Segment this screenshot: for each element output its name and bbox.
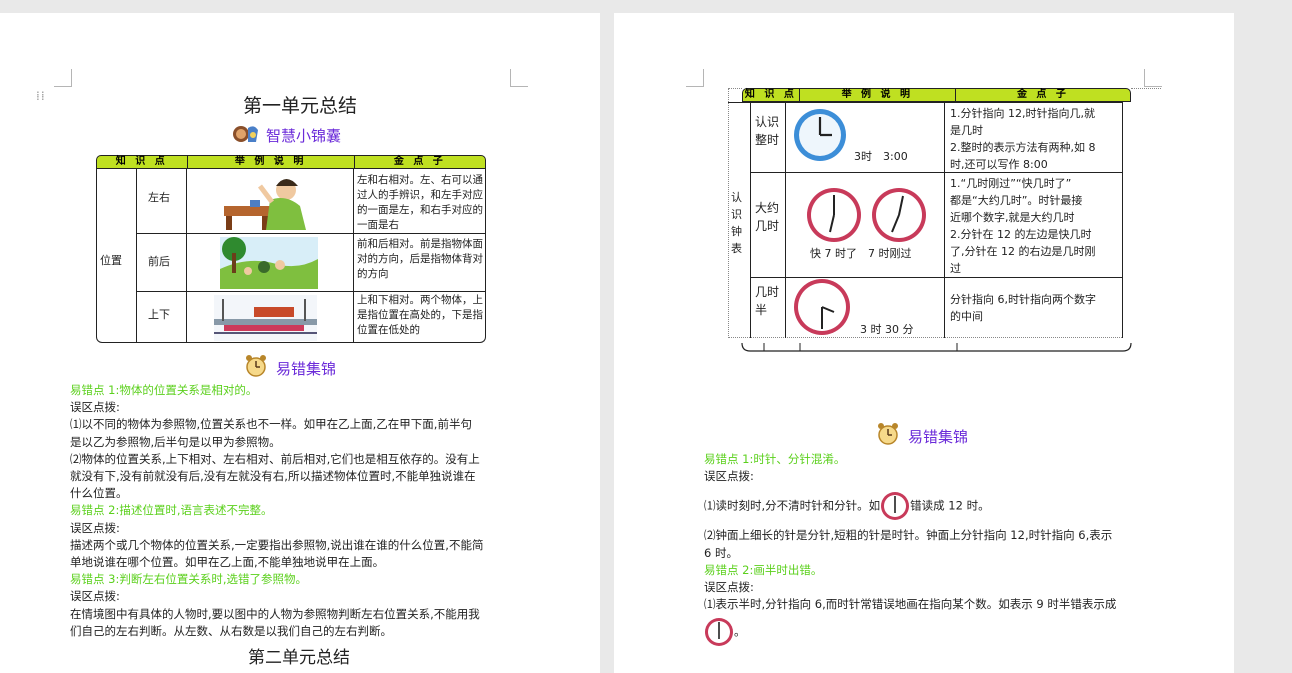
- clock-3-oclock-icon: [794, 109, 846, 161]
- park-scene-image: [220, 237, 318, 289]
- text-line: 。: [704, 617, 1116, 647]
- alarm-clock-icon: [244, 355, 270, 381]
- text-line: 误区点拨:: [70, 589, 120, 604]
- table-header: 知 识 点 举 例 说 明 金 点 子: [96, 155, 486, 169]
- small-clock-icon: [881, 492, 910, 521]
- tip-line: 分针指向 6,时针指向两个数字: [950, 293, 1096, 306]
- section-title: 智慧小锦囊: [266, 126, 342, 145]
- tip-line: 了,分针在 12 的右边是几时刚: [950, 245, 1096, 258]
- section-heading-tips: 智慧小锦囊: [232, 122, 341, 148]
- text-line: 就没有下,没有前就没有后,没有左就没有右,所以描述物体位置时,不能单独说谁在: [70, 469, 476, 484]
- text-fragment: 。: [734, 624, 746, 639]
- error-notes: 易错点 1:时针、分针混淆。 误区点拨: ⑴读时刻时,分不清时针和分针。如 错读成 1…: [704, 451, 1116, 647]
- header-cell: 知 识 点: [97, 156, 188, 168]
- row-label: 大约几时: [755, 201, 780, 233]
- row-label: 上下: [148, 308, 170, 321]
- row-label: 几时半: [755, 285, 780, 317]
- header-cell: 知 识 点: [743, 89, 800, 101]
- tip-line: 过: [950, 262, 961, 275]
- table-bottom-brace: [741, 342, 1132, 352]
- header-cell: 金 点 子: [393, 156, 446, 167]
- text-line: 们自己的左右判断。从左数、从右数是以我们自己的左右判断。: [70, 623, 392, 638]
- bridge-scene-image: [214, 295, 317, 341]
- tip-text: 1.分针指向 12,时针指向几,就 是几时 2.整时的表示方法有两种,如 8 时,还可…: [950, 105, 1096, 173]
- section-heading-errors: 易错集锦: [876, 423, 968, 449]
- text-line: 在情境图中有具体的人物时,要以图中的人物为参照物判断左右位置关系,不能用我: [70, 606, 480, 621]
- tip-line: 近哪个数字,就是大约几时: [950, 211, 1075, 224]
- error-point-heading: 易错点 1:时针、分针混淆。: [704, 452, 846, 466]
- tip-text: 1.“几时刚过”“快几时了” 都是“大约几时”。时针最接 近哪个数字,就是大约几时 2…: [950, 175, 1096, 277]
- tip-line: 1.分针指向 12,时针指向几,就: [950, 107, 1095, 120]
- row-label: 左右: [148, 191, 170, 204]
- crop-mark: [510, 69, 528, 87]
- error-notes: 易错点 1:物体的位置关系是相对的。 误区点拨: ⑴以不同的物体为参照物,位置关系也…: [70, 382, 483, 640]
- clock-caption: 快 7 时了 7 时刚过: [810, 247, 912, 260]
- text-line: 是以乙为参照物,后半句是以甲为参照物。: [70, 434, 281, 449]
- header-cell: 举 例 说 明: [800, 89, 956, 101]
- text-line: 误区点拨:: [70, 400, 120, 415]
- tip-line: 的中间: [950, 310, 983, 323]
- header-cell: 举 例 说 明: [188, 156, 355, 168]
- tip-line: 都是“大约几时”。时针最接: [950, 194, 1083, 207]
- text-line: 描述两个或几个物体的位置关系,一定要指出参照物,说出谁在谁的什么位置,不能简: [70, 537, 484, 552]
- category-label: 位置: [100, 254, 122, 267]
- tip-text: 前和后相对。前是指物体面对的方向，后是指物体背对的方向: [357, 238, 483, 280]
- tip-line: 2.整时的表示方法有两种,如 8: [950, 141, 1096, 154]
- text-line: ⑵钟面上细长的针是分针,短粗的针是时针。钟面上分针指向 12,时针指向 6,表示: [704, 528, 1113, 543]
- text-line: ⑴以不同的物体为参照物,位置关系也不一样。如甲在乙上面,乙在甲下面,前半句: [70, 417, 472, 432]
- error-point-heading: 易错点 3:判断左右位置关系时,选错了参照物。: [70, 572, 307, 587]
- category-label: 认识钟表: [731, 191, 742, 255]
- tip-line: 时,还可以写作 8:00: [950, 158, 1048, 171]
- section-title: 易错集锦: [276, 359, 337, 378]
- small-clock-icon: [705, 618, 733, 647]
- crop-mark: [686, 69, 704, 87]
- text-line: 误区点拨:: [70, 520, 120, 535]
- tip-line: 2.分针在 12 的左边是快几时: [950, 228, 1092, 241]
- header-cell: 金 点 子: [1016, 89, 1069, 100]
- error-point-heading: 易错点 2:画半时出错。: [704, 562, 823, 577]
- alarm-clock-icon: [876, 423, 902, 449]
- section-title: 易错集锦: [908, 427, 969, 446]
- clock-almost-7-icon: [807, 188, 861, 242]
- text-line: ⑵物体的位置关系,上下相对、左右相对、前后相对,它们也是相互依存的。没有上: [70, 451, 480, 466]
- table-header: 知 识 点 举 例 说 明 金 点 子: [742, 88, 1131, 102]
- text-line: 6 时。: [704, 545, 738, 560]
- document-page-1: ⁞⁞ 第一单元总结 智慧小锦囊 知 识 点 举 例 说 明 金 点 子 位置 左…: [0, 13, 600, 673]
- text-line: 误区点拨:: [704, 580, 754, 595]
- bag-icon: [232, 122, 260, 148]
- text-fragment: 错读成 12 时。: [910, 498, 990, 513]
- crop-mark: [1144, 69, 1162, 87]
- tip-line: 是几时: [950, 124, 983, 137]
- text-line: 单地说谁在哪个位置。如甲在乙上面,不能单独地说甲在上面。: [70, 555, 385, 570]
- desk-scene-image: [224, 179, 306, 230]
- page-title: 第一单元总结: [242, 95, 357, 117]
- next-section-title: 第二单元总结: [248, 648, 350, 668]
- text-line: 误区点拨:: [704, 469, 754, 484]
- tip-text: 分针指向 6,时针指向两个数字 的中间: [950, 291, 1096, 325]
- section-heading-errors: 易错集锦: [244, 355, 336, 381]
- crop-mark: [54, 69, 72, 87]
- document-page-2: 知 识 点 举 例 说 明 金 点 子 认识钟表 认识整时 大约几时 几时半 3…: [614, 13, 1234, 673]
- tip-text: 上和下相对。两个物体，上是指位置在高处的，下是指位置在低处的: [357, 294, 483, 336]
- clock-just-past-7-icon: [872, 188, 926, 242]
- text-line: 什么位置。: [70, 486, 128, 501]
- row-label: 认识整时: [755, 115, 780, 147]
- error-point-heading: 易错点 2:描述位置时,语言表述不完整。: [70, 503, 273, 518]
- text-fragment: ⑴读时刻时,分不清时针和分针。如: [704, 498, 881, 513]
- row-label: 前后: [148, 255, 170, 268]
- clock-caption: 3 时 30 分: [860, 323, 914, 336]
- text-line: ⑴表示半时,分针指向 6,而时针常错误地画在指向某个数。如表示 9 时半错表示成: [704, 597, 1117, 612]
- tip-line: 1.“几时刚过”“快几时了”: [950, 177, 1072, 190]
- tip-text: 左和右相对。左、右可以通过人的手辨识，和左手对应的一面是左，和右手对应的一面是右: [357, 174, 483, 231]
- clock-half-past-3-icon: [794, 279, 850, 335]
- clock-caption: 3时 3:00: [854, 150, 908, 163]
- text-line: ⑴读时刻时,分不清时针和分针。如 错读成 12 时。: [704, 491, 1116, 521]
- error-point-heading: 易错点 1:物体的位置关系是相对的。: [70, 383, 258, 397]
